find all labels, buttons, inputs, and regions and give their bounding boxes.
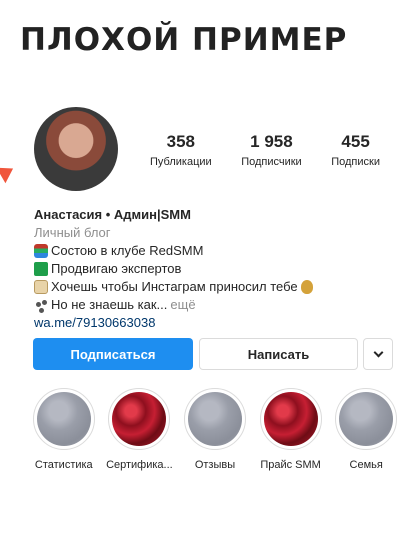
highlight-label: Сертифика... [106, 459, 173, 471]
highlight-label: Прайс SMM [260, 459, 321, 471]
avatar[interactable] [34, 107, 118, 191]
banner-title: ПЛОХОЙ ПРИМЕР [20, 22, 348, 58]
stat-followers[interactable]: 1 958 Подписчики [241, 132, 302, 168]
highlight-ring [108, 388, 171, 450]
highlight-statistics[interactable]: Статистика [26, 388, 102, 471]
stat-posts-label: Публикации [150, 156, 212, 168]
profile-name: Анастасия • Админ|SMM [34, 207, 191, 222]
highlight-cover [112, 392, 167, 446]
highlight-cover [187, 392, 242, 446]
money-bag-icon [300, 280, 313, 294]
bio-line-text: Состою в клубе RedSMM [51, 243, 204, 258]
chevron-down-icon [373, 347, 383, 358]
bio-line: Состою в клубе RedSMM [34, 242, 394, 260]
profile-link[interactable]: wa.me/79130663038 [34, 314, 394, 332]
follow-button[interactable]: Подписаться [33, 338, 193, 370]
stat-following[interactable]: 455 Подписки [331, 132, 380, 168]
paw-prints-icon [34, 298, 48, 312]
suggested-dropdown-button[interactable] [363, 338, 393, 370]
message-button[interactable]: Написать [199, 338, 358, 370]
bio-line-text: Но не знаешь как... [51, 297, 168, 312]
highlight-ring [335, 388, 398, 450]
bio-line-text: Хочешь чтобы Инстаграм приносил тебе [51, 279, 298, 294]
stat-following-value: 455 [341, 132, 370, 151]
bio-line: Продвигаю экспертов [34, 260, 394, 278]
highlight-ring [32, 388, 95, 450]
highlight-label: Статистика [34, 459, 93, 471]
highlight-ring [259, 388, 322, 450]
profile-stats: 358 Публикации 1 958 Подписчики 455 Подп… [150, 132, 380, 168]
profile-bio: Анастасия • Админ|SMM Личный блог Состою… [34, 206, 394, 332]
highlight-price[interactable]: Прайс SMM [253, 388, 329, 471]
bio-line: Но не знаешь как... ещё [34, 296, 394, 314]
bio-more-link[interactable]: ещё [170, 296, 195, 314]
highlight-label: Отзывы [194, 459, 236, 471]
scroll-icon [34, 280, 48, 294]
stat-following-label: Подписки [331, 156, 380, 168]
highlight-family[interactable]: Семья [328, 388, 404, 471]
stat-followers-value: 1 958 [250, 132, 293, 151]
books-icon [34, 244, 48, 258]
arrow-icon [0, 160, 18, 184]
highlight-certificates[interactable]: Сертифика... [102, 388, 178, 471]
highlight-cover [339, 392, 394, 446]
bio-line-text: Продвигаю экспертов [51, 261, 182, 276]
highlight-cover [36, 392, 91, 446]
profile-category: Личный блог [34, 225, 111, 240]
stat-followers-label: Подписчики [241, 156, 302, 168]
recycle-icon [34, 262, 48, 276]
highlight-reviews[interactable]: Отзывы [177, 388, 253, 471]
stat-posts[interactable]: 358 Публикации [150, 132, 212, 168]
highlight-cover [263, 392, 318, 446]
highlight-label: Семья [349, 459, 383, 471]
bio-line: Хочешь чтобы Инстаграм приносил тебе [34, 278, 394, 296]
story-highlights: Статистика Сертифика... Отзывы Прайс SMM… [26, 388, 404, 471]
stat-posts-value: 358 [166, 132, 196, 151]
highlight-ring [183, 388, 246, 450]
